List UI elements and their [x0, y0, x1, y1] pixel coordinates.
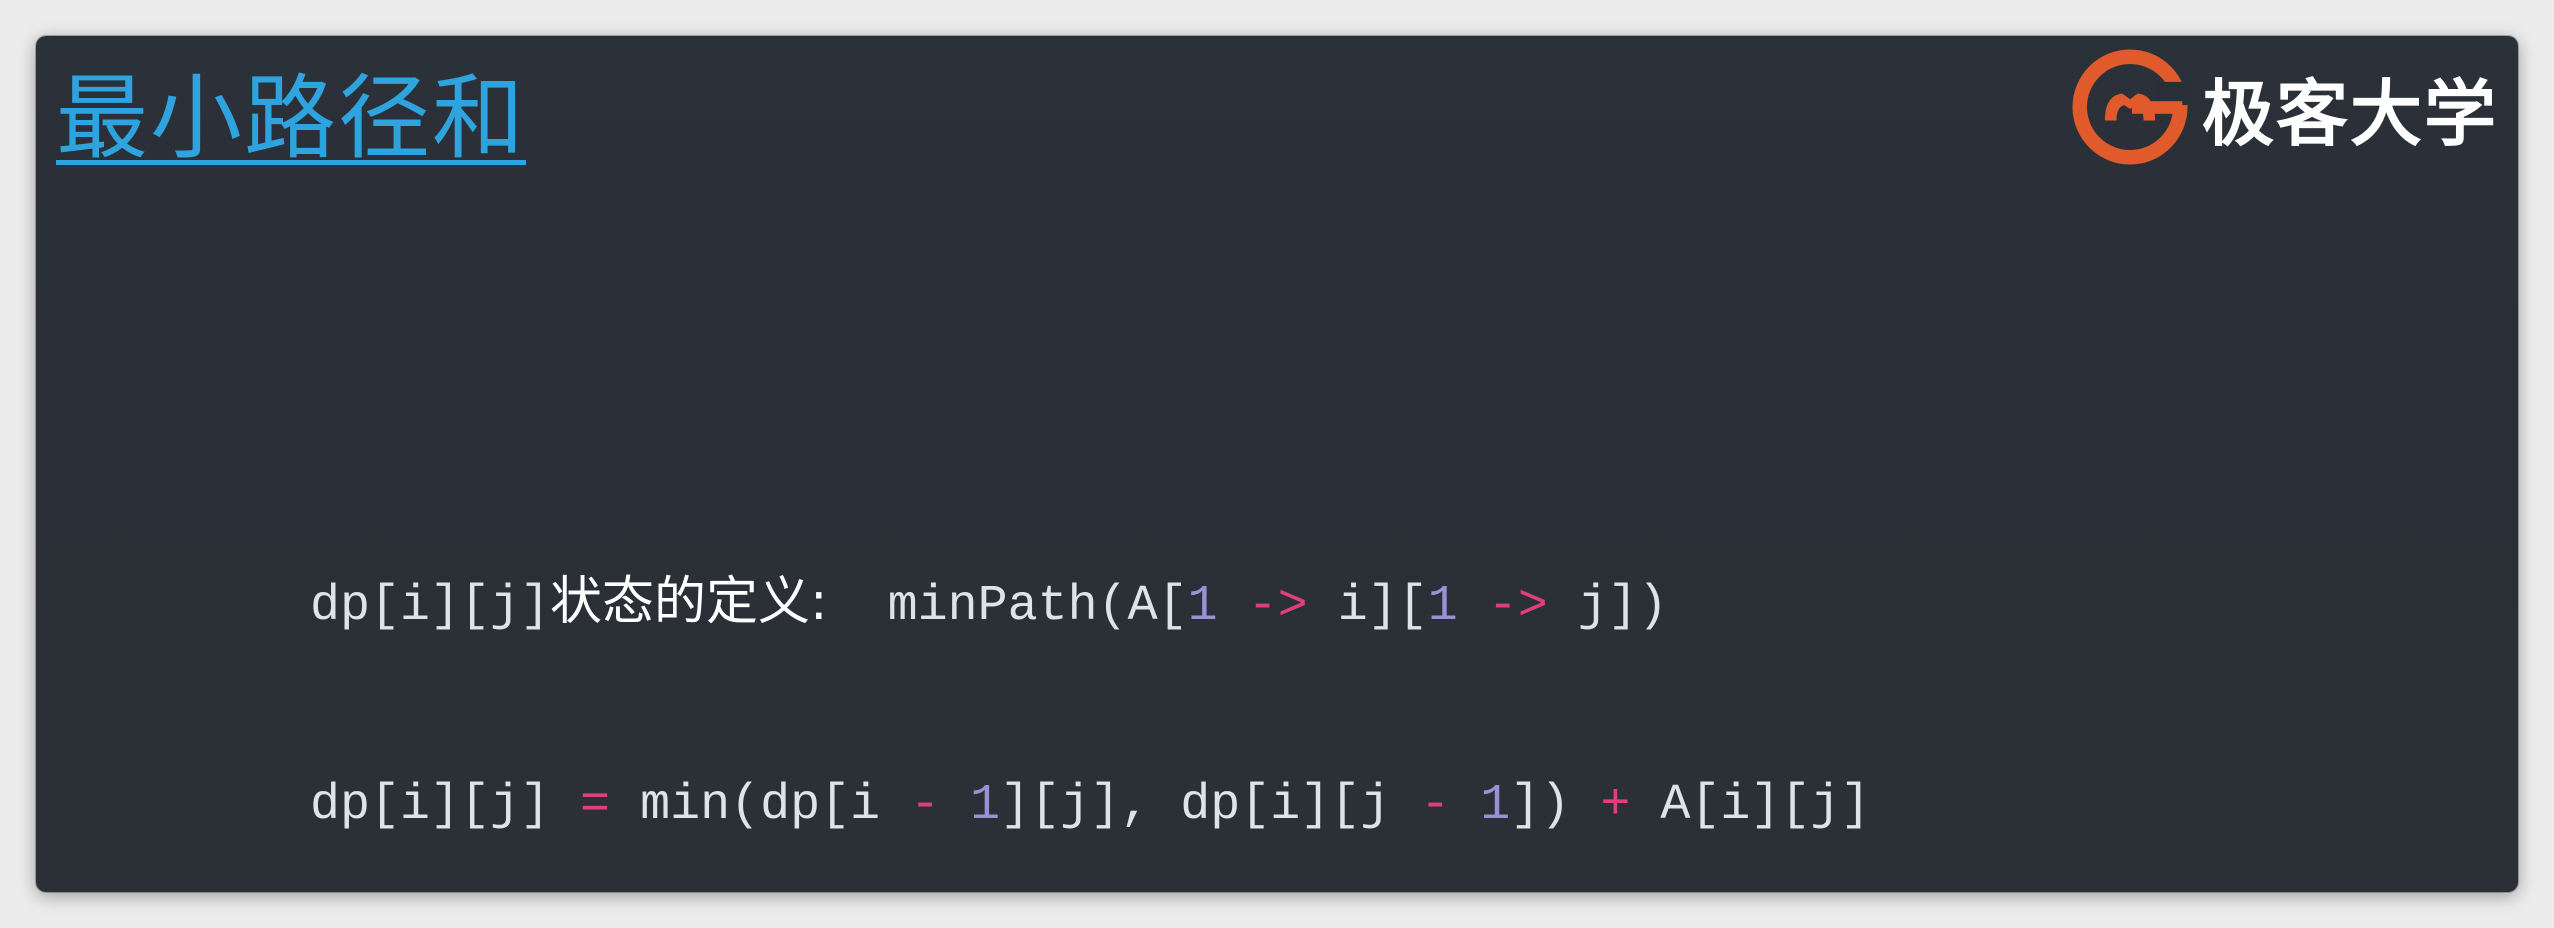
number-literal: 1 [1187, 578, 1218, 635]
state-definition-line: dp[i][j]状态的定义: minPath(A[1 -> i][1 -> j]… [310, 572, 1668, 637]
brand-name: 极客大学 [2201, 71, 2498, 156]
code-token: ][j], dp[i][j [1000, 777, 1421, 834]
number-literal: 1 [1427, 578, 1458, 635]
code-token: min(dp[i [610, 777, 911, 834]
brand-logo: 极客大学 [2072, 46, 2498, 168]
slide-title-link[interactable]: 最小路径和 [56, 64, 526, 174]
arrow-operator: -> [1217, 578, 1338, 635]
recurrence-formula-line: dp[i][j] = min(dp[i - 1][j], dp[i][j - 1… [310, 776, 1870, 836]
code-token: i][ [1337, 578, 1428, 635]
equals-operator: = [580, 777, 611, 834]
minus-operator: - [910, 777, 941, 834]
minus-operator: - [1420, 777, 1451, 834]
code-token: ]) [1510, 777, 1601, 834]
arrow-operator: -> [1457, 578, 1578, 635]
code-token: dp[i][j] [310, 777, 581, 834]
code-token: A[i][j] [1630, 777, 1871, 834]
slide-window: 最小路径和 极客大学 dp[i][j]状态的定义: minPath(A[1 ->… [36, 36, 2518, 892]
code-token: j]) [1577, 578, 1668, 635]
number-literal: 1 [1480, 777, 1511, 834]
code-token: dp[i][j] [310, 578, 551, 635]
code-token: minPath(A[ [887, 578, 1188, 635]
plus-operator: + [1600, 777, 1631, 834]
state-definition-label: 状态的定义: [550, 572, 828, 632]
geekbang-g-logo-icon [2072, 49, 2188, 165]
number-literal: 1 [970, 777, 1001, 834]
